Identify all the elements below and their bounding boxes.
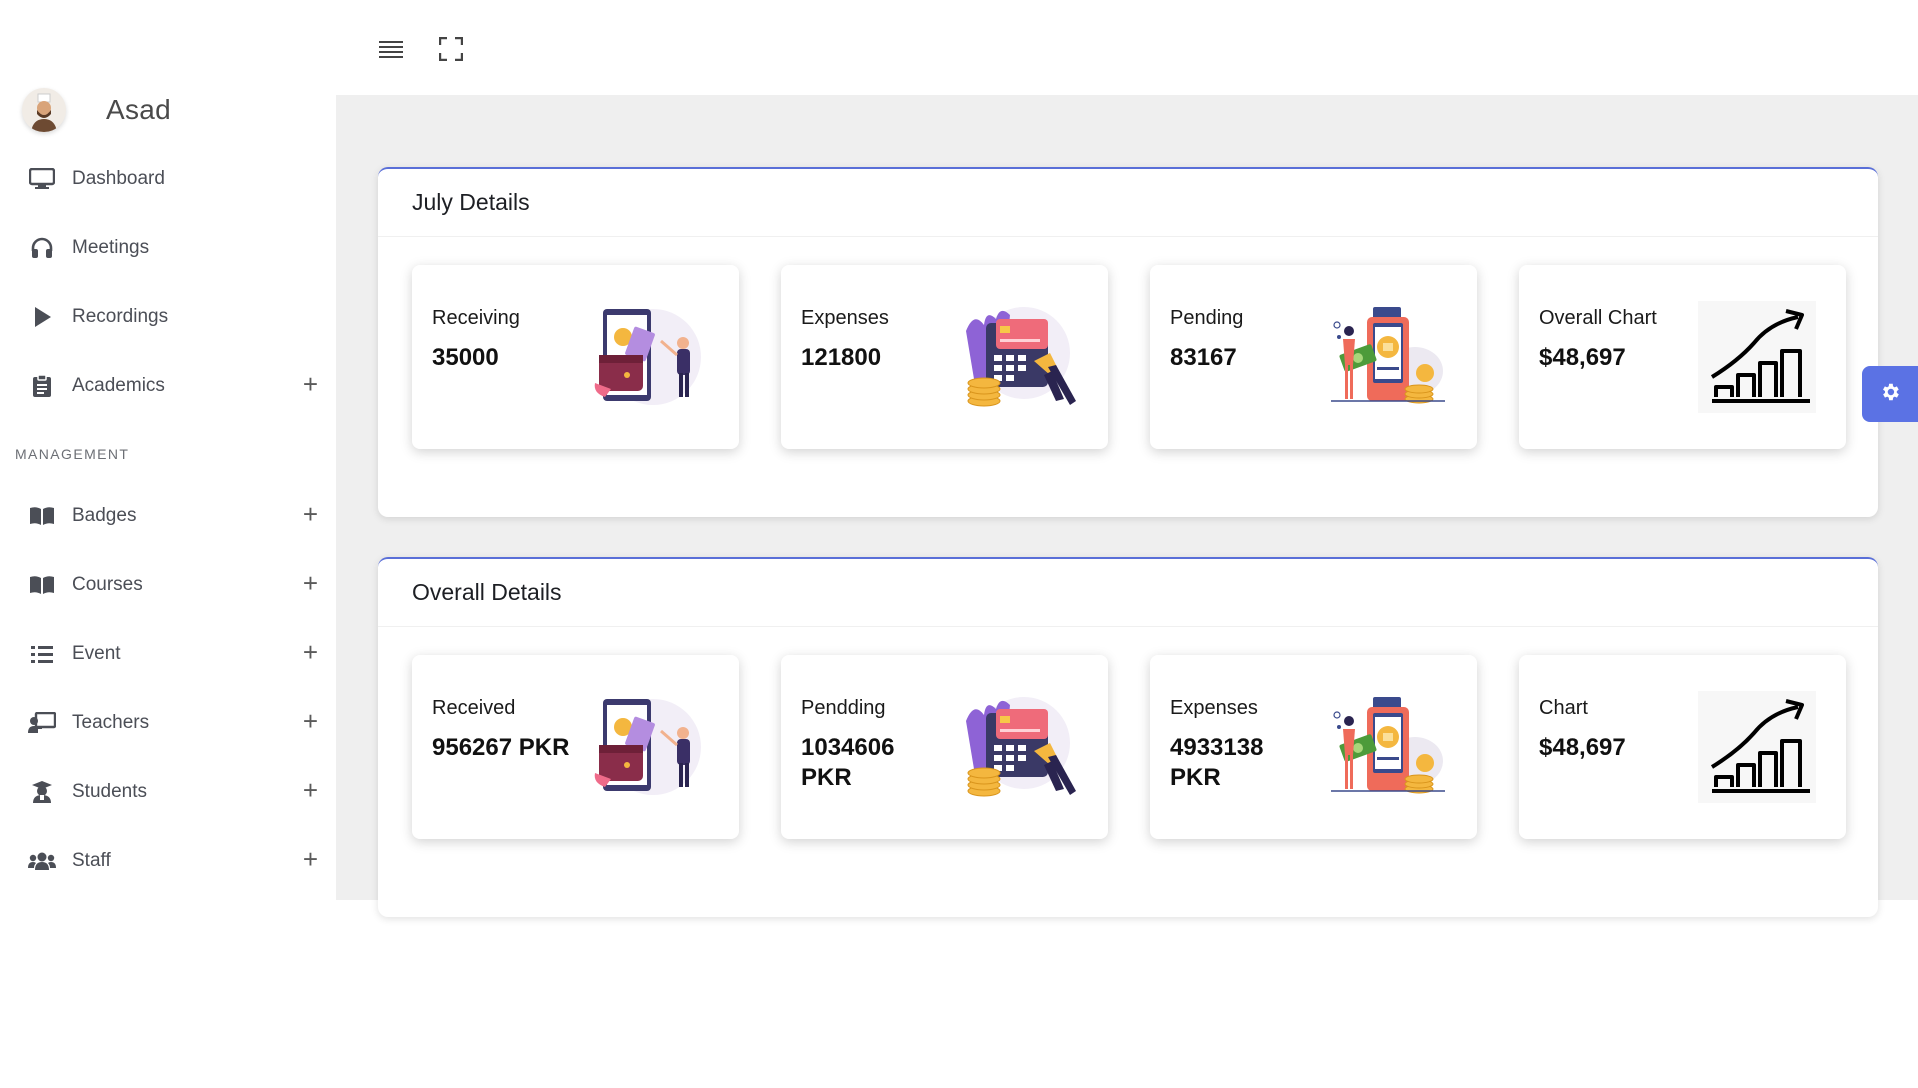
expand-plus-icon[interactable]: + [303,844,318,874]
bank-phone-cash-illustration [1329,691,1447,803]
credit-card-coins-illustration [960,301,1078,413]
overall-details-panel: Overall Details Received 956267 PKR Pend… [378,557,1878,917]
gear-icon [1879,381,1901,408]
divider [378,236,1878,237]
sidebar-item-students[interactable]: Students + [28,772,318,812]
top-bar [336,0,1918,95]
panel-title: July Details [412,189,530,215]
sidebar-item-staff[interactable]: Staff + [28,841,318,881]
headphones-icon [28,234,56,262]
card-label: Expenses [801,307,889,329]
card-label: Pending [1170,307,1244,329]
sidebar-item-label: Meetings [72,237,150,258]
chalkboard-teacher-icon [28,709,56,737]
sidebar-item-label: Teachers [72,712,150,733]
sidebar-item-badges[interactable]: Badges + [28,496,318,536]
avatar [22,88,66,132]
expand-plus-icon[interactable]: + [303,706,318,736]
sidebar-item-label: Badges [72,505,137,526]
play-icon [28,303,56,331]
section-label-management: MANAGEMENT [15,446,130,462]
monitor-icon [28,165,56,193]
fullscreen-icon[interactable] [436,34,466,64]
sidebar-item-label: Courses [72,574,143,595]
expand-plus-icon[interactable]: + [303,568,318,598]
sidebar-item-teachers[interactable]: Teachers + [28,703,318,743]
sidebar-item-academics[interactable]: Academics + [28,366,318,406]
bank-phone-cash-illustration [1329,301,1447,413]
stat-card-pending[interactable]: Pending 83167 [1150,265,1477,449]
card-label: Chart [1539,697,1588,719]
card-value: 121800 [801,344,882,371]
expand-plus-icon[interactable]: + [303,775,318,805]
expand-plus-icon[interactable]: + [303,369,318,399]
card-label: Pendding [801,697,886,719]
book-icon [28,502,56,530]
stat-card-received[interactable]: Received 956267 PKR [412,655,739,839]
sidebar-item-label: Event [72,643,121,664]
growth-chart-illustration [1698,691,1816,803]
clipboard-icon [28,372,56,400]
wallet-phone-illustration [591,301,709,413]
expand-plus-icon[interactable]: + [303,499,318,529]
book-icon [28,571,56,599]
card-value: 4933138 PKR [1170,734,1264,791]
july-details-panel: July Details Receiving 35000 Expenses 12… [378,167,1878,517]
sidebar-item-label: Students [72,781,147,802]
sidebar-item-meetings[interactable]: Meetings [28,228,318,268]
stat-card-receiving[interactable]: Receiving 35000 [412,265,739,449]
sidebar-item-recordings[interactable]: Recordings [28,297,318,337]
card-value: 1034606 PKR [801,734,895,791]
sidebar-item-label: Recordings [72,306,169,327]
sidebar-item-label: Academics [72,375,165,396]
settings-button[interactable] [1862,366,1918,422]
sidebar-item-event[interactable]: Event + [28,634,318,674]
users-icon [28,847,56,875]
card-value: 83167 [1170,344,1237,371]
card-label: Receiving [432,307,520,329]
graduate-icon [28,778,56,806]
card-value: $48,697 [1539,734,1626,761]
sidebar: Asad Dashboard Meetings Recordings Acade… [0,0,336,900]
card-label: Overall Chart [1539,307,1657,329]
growth-chart-illustration [1698,301,1816,413]
panel-title: Overall Details [412,579,562,605]
expand-plus-icon[interactable]: + [303,637,318,667]
hamburger-menu-icon[interactable] [376,34,406,64]
stat-card-expenses[interactable]: Expenses 121800 [781,265,1108,449]
stat-card-overall-chart[interactable]: Overall Chart $48,697 [1519,265,1846,449]
sidebar-item-label: Dashboard [72,168,165,189]
stat-card-pendding[interactable]: Pendding 1034606 PKR [781,655,1108,839]
main-content: July Details Receiving 35000 Expenses 12… [336,95,1918,917]
sidebar-item-label: Staff [72,850,111,871]
card-label: Received [432,697,516,719]
card-value: 35000 [432,344,499,371]
sidebar-item-courses[interactable]: Courses + [28,565,318,605]
user-profile[interactable]: Asad [22,88,171,132]
card-label: Expenses [1170,697,1258,719]
card-value: $48,697 [1539,344,1626,371]
profile-name: Asad [106,94,172,125]
divider [378,626,1878,627]
credit-card-coins-illustration [960,691,1078,803]
stat-card-expenses-overall[interactable]: Expenses 4933138 PKR [1150,655,1477,839]
sidebar-item-dashboard[interactable]: Dashboard [28,159,318,199]
list-icon [28,640,56,668]
card-value: 956267 PKR [432,734,570,761]
stat-card-chart[interactable]: Chart $48,697 [1519,655,1846,839]
wallet-phone-illustration [591,691,709,803]
